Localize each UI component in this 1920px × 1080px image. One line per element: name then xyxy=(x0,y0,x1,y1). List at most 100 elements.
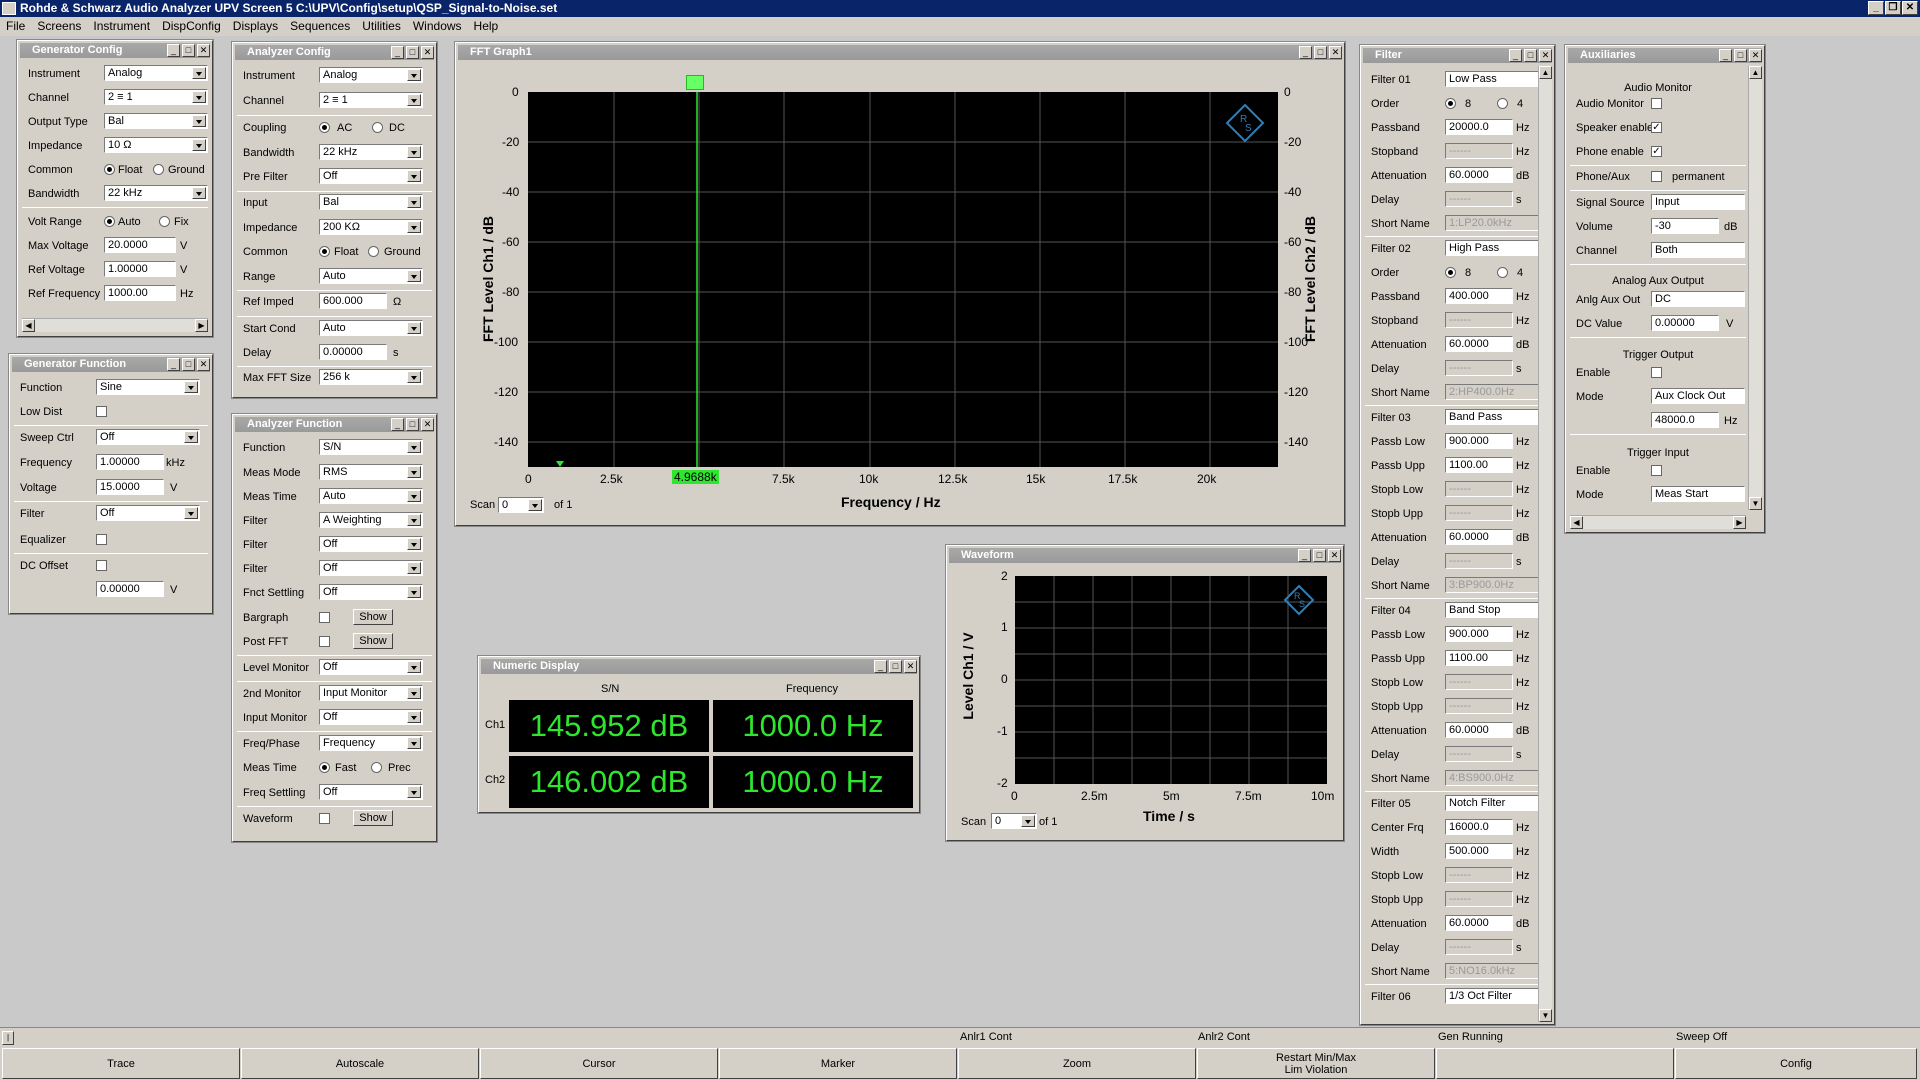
fix-radio[interactable] xyxy=(159,216,170,227)
minimize-icon[interactable]: _ xyxy=(1299,46,1312,59)
close-icon[interactable]: ✕ xyxy=(197,44,210,57)
bandwidth-select[interactable]: 22 kHz xyxy=(319,144,423,160)
chevron-down-icon[interactable] xyxy=(407,661,421,673)
filter1-select[interactable]: A Weighting xyxy=(319,512,423,528)
range-select[interactable]: Auto xyxy=(319,268,423,284)
close-icon[interactable]: ✕ xyxy=(421,46,434,59)
restart-min-max-softkey[interactable]: Restart Min/Max Lim Violation xyxy=(1197,1048,1435,1079)
empty-softkey[interactable] xyxy=(1436,1048,1674,1079)
ground-radio[interactable] xyxy=(368,246,379,257)
restore-icon[interactable]: ❐ xyxy=(1885,1,1901,15)
menu-help[interactable]: Help xyxy=(468,17,505,36)
anlg-aux-out-select[interactable]: DC xyxy=(1651,291,1745,307)
order8-radio[interactable] xyxy=(1445,98,1456,109)
channel-select[interactable]: 2 ≡ 1 xyxy=(104,89,208,105)
impedance-select[interactable]: 10 Ω xyxy=(104,137,208,153)
fast-radio[interactable] xyxy=(319,762,330,773)
arrow-left-icon[interactable]: ◀ xyxy=(22,319,35,332)
arrow-left-icon[interactable]: ◀ xyxy=(1570,516,1583,529)
filter04-attenuation-field[interactable]: 60.0000 xyxy=(1445,722,1513,738)
menu-instrument[interactable]: Instrument xyxy=(87,17,156,36)
level-monitor-select[interactable]: Off xyxy=(319,659,423,675)
chevron-down-icon[interactable] xyxy=(192,139,206,151)
audio-monitor-checkbox[interactable] xyxy=(1651,98,1662,109)
chevron-down-icon[interactable] xyxy=(407,737,421,749)
chevron-down-icon[interactable] xyxy=(407,586,421,598)
prec-radio[interactable] xyxy=(371,762,382,773)
chevron-down-icon[interactable] xyxy=(407,221,421,233)
ground-radio[interactable] xyxy=(153,164,164,175)
trigger-output-mode-select[interactable]: Aux Clock Out xyxy=(1651,388,1745,404)
low-dist-checkbox[interactable] xyxy=(96,406,107,417)
output-type-select[interactable]: Bal xyxy=(104,113,208,129)
minimize-icon[interactable]: _ xyxy=(1509,49,1522,62)
equalizer-checkbox[interactable] xyxy=(96,534,107,545)
filter01-select[interactable]: Low Pass xyxy=(1445,71,1539,87)
second-monitor-select[interactable]: Input Monitor xyxy=(319,685,423,701)
filter03-select[interactable]: Band Pass xyxy=(1445,409,1539,425)
maximize-icon[interactable]: □ xyxy=(182,44,195,57)
filter01-attenuation-field[interactable]: 60.0000 xyxy=(1445,167,1513,183)
maximize-icon[interactable]: □ xyxy=(182,358,195,371)
config-softkey[interactable]: Config xyxy=(1675,1048,1917,1079)
ref-frequency-field[interactable]: 1000.00 xyxy=(104,285,176,301)
menu-windows[interactable]: Windows xyxy=(407,17,468,36)
order8-radio[interactable] xyxy=(1445,267,1456,278)
chevron-down-icon[interactable] xyxy=(407,786,421,798)
trigger-output-enable-checkbox[interactable] xyxy=(1651,367,1662,378)
freq-phase-select[interactable]: Frequency xyxy=(319,735,423,751)
close-icon[interactable]: ✕ xyxy=(1328,549,1341,562)
bargraph-show-button[interactable]: Show xyxy=(353,609,393,625)
chevron-down-icon[interactable] xyxy=(407,196,421,208)
chevron-down-icon[interactable] xyxy=(407,441,421,453)
maximize-icon[interactable]: □ xyxy=(1524,49,1537,62)
chevron-down-icon[interactable] xyxy=(192,91,206,103)
post-fft-show-button[interactable]: Show xyxy=(353,633,393,649)
vertical-scrollbar[interactable]: ▲ ▼ xyxy=(1538,66,1552,1022)
arrow-down-icon[interactable]: ▼ xyxy=(1749,497,1762,510)
order4-radio[interactable] xyxy=(1497,98,1508,109)
maximize-icon[interactable]: □ xyxy=(406,46,419,59)
maximize-icon[interactable]: □ xyxy=(1314,46,1327,59)
chevron-down-icon[interactable] xyxy=(407,322,421,334)
filter05-width-field[interactable]: 500.000 xyxy=(1445,843,1513,859)
marker-triangle[interactable] xyxy=(556,461,564,467)
cursor-handle[interactable] xyxy=(686,75,704,90)
float-radio[interactable] xyxy=(319,246,330,257)
zoom-softkey[interactable]: Zoom xyxy=(958,1048,1196,1079)
filter04-select[interactable]: Band Stop xyxy=(1445,602,1539,618)
filter3-select[interactable]: Off xyxy=(319,560,423,576)
chevron-down-icon[interactable] xyxy=(407,538,421,550)
volume-field[interactable]: -30 xyxy=(1651,218,1719,234)
status-toggle-icon[interactable]: | xyxy=(2,1031,14,1045)
chevron-down-icon[interactable] xyxy=(407,170,421,182)
pre-filter-select[interactable]: Off xyxy=(319,168,423,184)
scan-select[interactable]: 0 xyxy=(498,497,544,513)
minimize-icon[interactable]: _ xyxy=(167,358,180,371)
sweep-ctrl-select[interactable]: Off xyxy=(96,429,200,445)
signal-source-select[interactable]: Input xyxy=(1651,194,1745,210)
post-fft-checkbox[interactable] xyxy=(319,636,330,647)
instrument-select[interactable]: Analog xyxy=(319,67,423,83)
meas-mode-select[interactable]: RMS xyxy=(319,464,423,480)
filter04-passb-upp-field[interactable]: 1100.00 xyxy=(1445,650,1513,666)
filter05-attenuation-field[interactable]: 60.0000 xyxy=(1445,915,1513,931)
horizontal-scrollbar[interactable]: ◀ ▶ xyxy=(1570,515,1746,529)
marker-softkey[interactable]: Marker xyxy=(719,1048,957,1079)
input-monitor-select[interactable]: Off xyxy=(319,709,423,725)
minimize-icon[interactable]: _ xyxy=(1868,1,1884,15)
chevron-down-icon[interactable] xyxy=(184,507,198,519)
menu-displays[interactable]: Displays xyxy=(227,17,284,36)
bandwidth-select[interactable]: 22 kHz xyxy=(104,185,208,201)
chevron-down-icon[interactable] xyxy=(407,562,421,574)
float-radio[interactable] xyxy=(104,164,115,175)
close-icon[interactable]: ✕ xyxy=(421,418,434,431)
frequency-field[interactable]: 1.00000 xyxy=(96,454,164,470)
filter05-center-field[interactable]: 16000.0 xyxy=(1445,819,1513,835)
waveform-show-button[interactable]: Show xyxy=(353,810,393,826)
minimize-icon[interactable]: _ xyxy=(167,44,180,57)
maximize-icon[interactable]: □ xyxy=(889,660,902,673)
vertical-scrollbar[interactable]: ▲ ▼ xyxy=(1748,66,1762,510)
filter03-passb-low-field[interactable]: 900.000 xyxy=(1445,433,1513,449)
dc-radio[interactable] xyxy=(372,122,383,133)
